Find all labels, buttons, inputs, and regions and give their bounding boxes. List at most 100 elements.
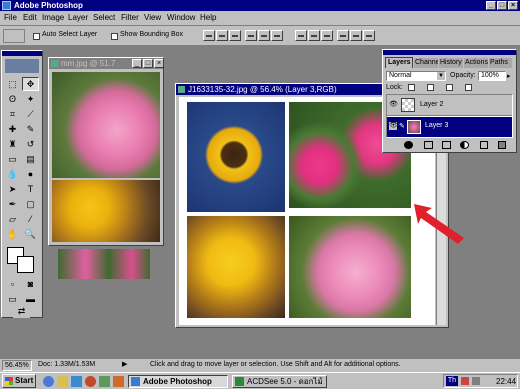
type-tool-icon[interactable]: T bbox=[22, 182, 39, 196]
red-arrow-shape bbox=[414, 204, 464, 244]
blend-mode-select[interactable]: Normal ▼ bbox=[386, 71, 446, 81]
new-layer-icon[interactable] bbox=[480, 141, 488, 149]
menu-layer[interactable]: Layer bbox=[68, 11, 88, 25]
hand-tool-icon[interactable]: ✋ bbox=[4, 227, 21, 241]
eye-icon[interactable]: 👁 bbox=[389, 101, 398, 109]
distribute-right-icon[interactable] bbox=[363, 30, 375, 41]
slice-tool-icon[interactable]: ⟋ bbox=[22, 107, 39, 121]
taskbar-item-photoshop[interactable]: Adobe Photoshop bbox=[128, 375, 228, 388]
jump-to-imageready-icon[interactable]: ⇄ bbox=[13, 304, 30, 318]
taskbar-item-acdsee[interactable]: ACDSee 5.0 - ดอกไม้ bbox=[232, 375, 327, 388]
crop-tool-icon[interactable]: ⌗ bbox=[4, 107, 21, 121]
desktop-icon[interactable] bbox=[71, 376, 82, 387]
align-vcenter-icon[interactable] bbox=[216, 30, 228, 41]
brush-link-icon[interactable]: ✎ bbox=[399, 122, 405, 130]
document-small-maximize-button[interactable]: □ bbox=[143, 59, 153, 68]
minimize-button[interactable]: _ bbox=[486, 1, 496, 10]
distribute-top-icon[interactable] bbox=[295, 30, 307, 41]
align-top-icon[interactable] bbox=[203, 30, 215, 41]
chevron-down-icon[interactable]: ▼ bbox=[437, 72, 445, 80]
eye-icon[interactable]: 👁 bbox=[389, 122, 398, 130]
layer-mask-icon[interactable] bbox=[424, 141, 433, 149]
path-selection-tool-icon[interactable]: ➤ bbox=[4, 182, 21, 196]
tab-channels[interactable]: Channels bbox=[414, 58, 438, 68]
status-arrow-icon[interactable]: ▶ bbox=[122, 359, 127, 370]
layers-palette-grip[interactable] bbox=[383, 50, 516, 55]
opacity-input[interactable]: 100% bbox=[478, 71, 506, 81]
layer-row-selected[interactable]: 👁 ✎ Layer 3 bbox=[387, 117, 512, 137]
zoom-tool-icon[interactable]: 🔍 bbox=[22, 227, 39, 241]
gradient-tool-icon[interactable]: ▤ bbox=[22, 152, 39, 166]
dodge-tool-icon[interactable]: ● bbox=[22, 167, 39, 181]
align-left-icon[interactable] bbox=[245, 30, 257, 41]
standard-mode-icon[interactable]: ▫ bbox=[4, 277, 21, 291]
lock-position-checkbox[interactable] bbox=[446, 84, 453, 91]
document-small-close-button[interactable]: × bbox=[154, 59, 163, 68]
tab-history[interactable]: History bbox=[439, 58, 463, 68]
opacity-arrow-icon[interactable]: ▸ bbox=[507, 72, 511, 80]
distribute-left-icon[interactable] bbox=[337, 30, 349, 41]
adjustment-layer-icon[interactable] bbox=[460, 141, 469, 149]
lasso-tool-icon[interactable]: ʘ bbox=[4, 92, 21, 106]
menu-image[interactable]: Image bbox=[42, 11, 64, 25]
quick-mask-mode-icon[interactable]: ◙ bbox=[22, 277, 39, 291]
document-small-minimize-button[interactable]: _ bbox=[132, 59, 142, 68]
blend-mode-value: Normal bbox=[389, 72, 412, 79]
quicklaunch-app-icon[interactable] bbox=[99, 376, 110, 387]
menu-file[interactable]: File bbox=[4, 11, 17, 25]
distribute-vcenter-icon[interactable] bbox=[308, 30, 320, 41]
tab-actions[interactable]: Actions bbox=[464, 58, 488, 68]
menu-select[interactable]: Select bbox=[93, 11, 115, 25]
pen-tool-icon[interactable]: ✒ bbox=[4, 197, 21, 211]
marquee-tool-icon[interactable]: ⬚ bbox=[4, 77, 21, 91]
distribute-hcenter-icon[interactable] bbox=[350, 30, 362, 41]
document-small-titlebar[interactable]: mm.jpg @ 51.7 _ □ × bbox=[49, 58, 163, 69]
align-right-icon[interactable] bbox=[271, 30, 283, 41]
shape-tool-icon[interactable]: ▢ bbox=[22, 197, 39, 211]
menu-help[interactable]: Help bbox=[200, 11, 216, 25]
eraser-tool-icon[interactable]: ▭ bbox=[4, 152, 21, 166]
background-color-swatch[interactable] bbox=[17, 256, 34, 273]
menu-filter[interactable]: Filter bbox=[121, 11, 139, 25]
close-button[interactable]: × bbox=[508, 1, 518, 10]
clone-stamp-tool-icon[interactable]: ♜ bbox=[4, 137, 21, 151]
history-brush-tool-icon[interactable]: ↺ bbox=[22, 137, 39, 151]
menu-window[interactable]: Window bbox=[167, 11, 195, 25]
show-bounding-checkbox[interactable] bbox=[111, 33, 118, 40]
eyedropper-tool-icon[interactable]: ⁄ bbox=[22, 212, 39, 226]
menu-view[interactable]: View bbox=[144, 11, 161, 25]
language-indicator[interactable]: Th bbox=[446, 376, 458, 386]
layer-style-icon[interactable] bbox=[404, 141, 413, 149]
lock-image-checkbox[interactable] bbox=[427, 84, 434, 91]
internet-explorer-icon[interactable] bbox=[43, 376, 54, 387]
zoom-level[interactable]: 56.45% bbox=[2, 360, 32, 371]
quicklaunch-app-icon[interactable] bbox=[113, 376, 124, 387]
speaker-icon[interactable] bbox=[472, 377, 480, 385]
lock-transparency-checkbox[interactable] bbox=[408, 84, 415, 91]
magic-wand-tool-icon[interactable]: ✦ bbox=[22, 92, 39, 106]
tray-app-icon[interactable] bbox=[461, 377, 469, 385]
layer-set-icon[interactable] bbox=[442, 141, 451, 149]
move-tool-icon[interactable]: ✥ bbox=[22, 77, 39, 91]
maximize-button[interactable]: □ bbox=[497, 1, 507, 10]
tab-layers[interactable]: Layers bbox=[385, 57, 413, 68]
distribute-bottom-icon[interactable] bbox=[321, 30, 333, 41]
brush-tool-icon[interactable]: ✎ bbox=[22, 122, 39, 136]
menu-edit[interactable]: Edit bbox=[23, 11, 37, 25]
notes-tool-icon[interactable]: ▱ bbox=[4, 212, 21, 226]
document-window-small[interactable]: mm.jpg @ 51.7 _ □ × bbox=[48, 57, 164, 246]
auto-select-checkbox[interactable] bbox=[33, 33, 40, 40]
media-player-icon[interactable] bbox=[85, 376, 96, 387]
healing-brush-tool-icon[interactable]: ✚ bbox=[4, 122, 21, 136]
start-button[interactable]: Start bbox=[2, 374, 36, 388]
tab-paths[interactable]: Paths bbox=[489, 58, 512, 68]
trash-icon[interactable] bbox=[498, 141, 506, 149]
align-hcenter-icon[interactable] bbox=[258, 30, 270, 41]
layer-row[interactable]: 👁 Layer 2 bbox=[387, 95, 512, 116]
move-tool-preset-icon[interactable] bbox=[3, 29, 25, 43]
outlook-icon[interactable] bbox=[57, 376, 68, 387]
align-bottom-icon[interactable] bbox=[229, 30, 241, 41]
lock-all-checkbox[interactable] bbox=[465, 84, 472, 91]
blur-tool-icon[interactable]: 💧 bbox=[4, 167, 21, 181]
layers-palette[interactable]: Layers Channels History Actions Paths No… bbox=[382, 49, 517, 153]
